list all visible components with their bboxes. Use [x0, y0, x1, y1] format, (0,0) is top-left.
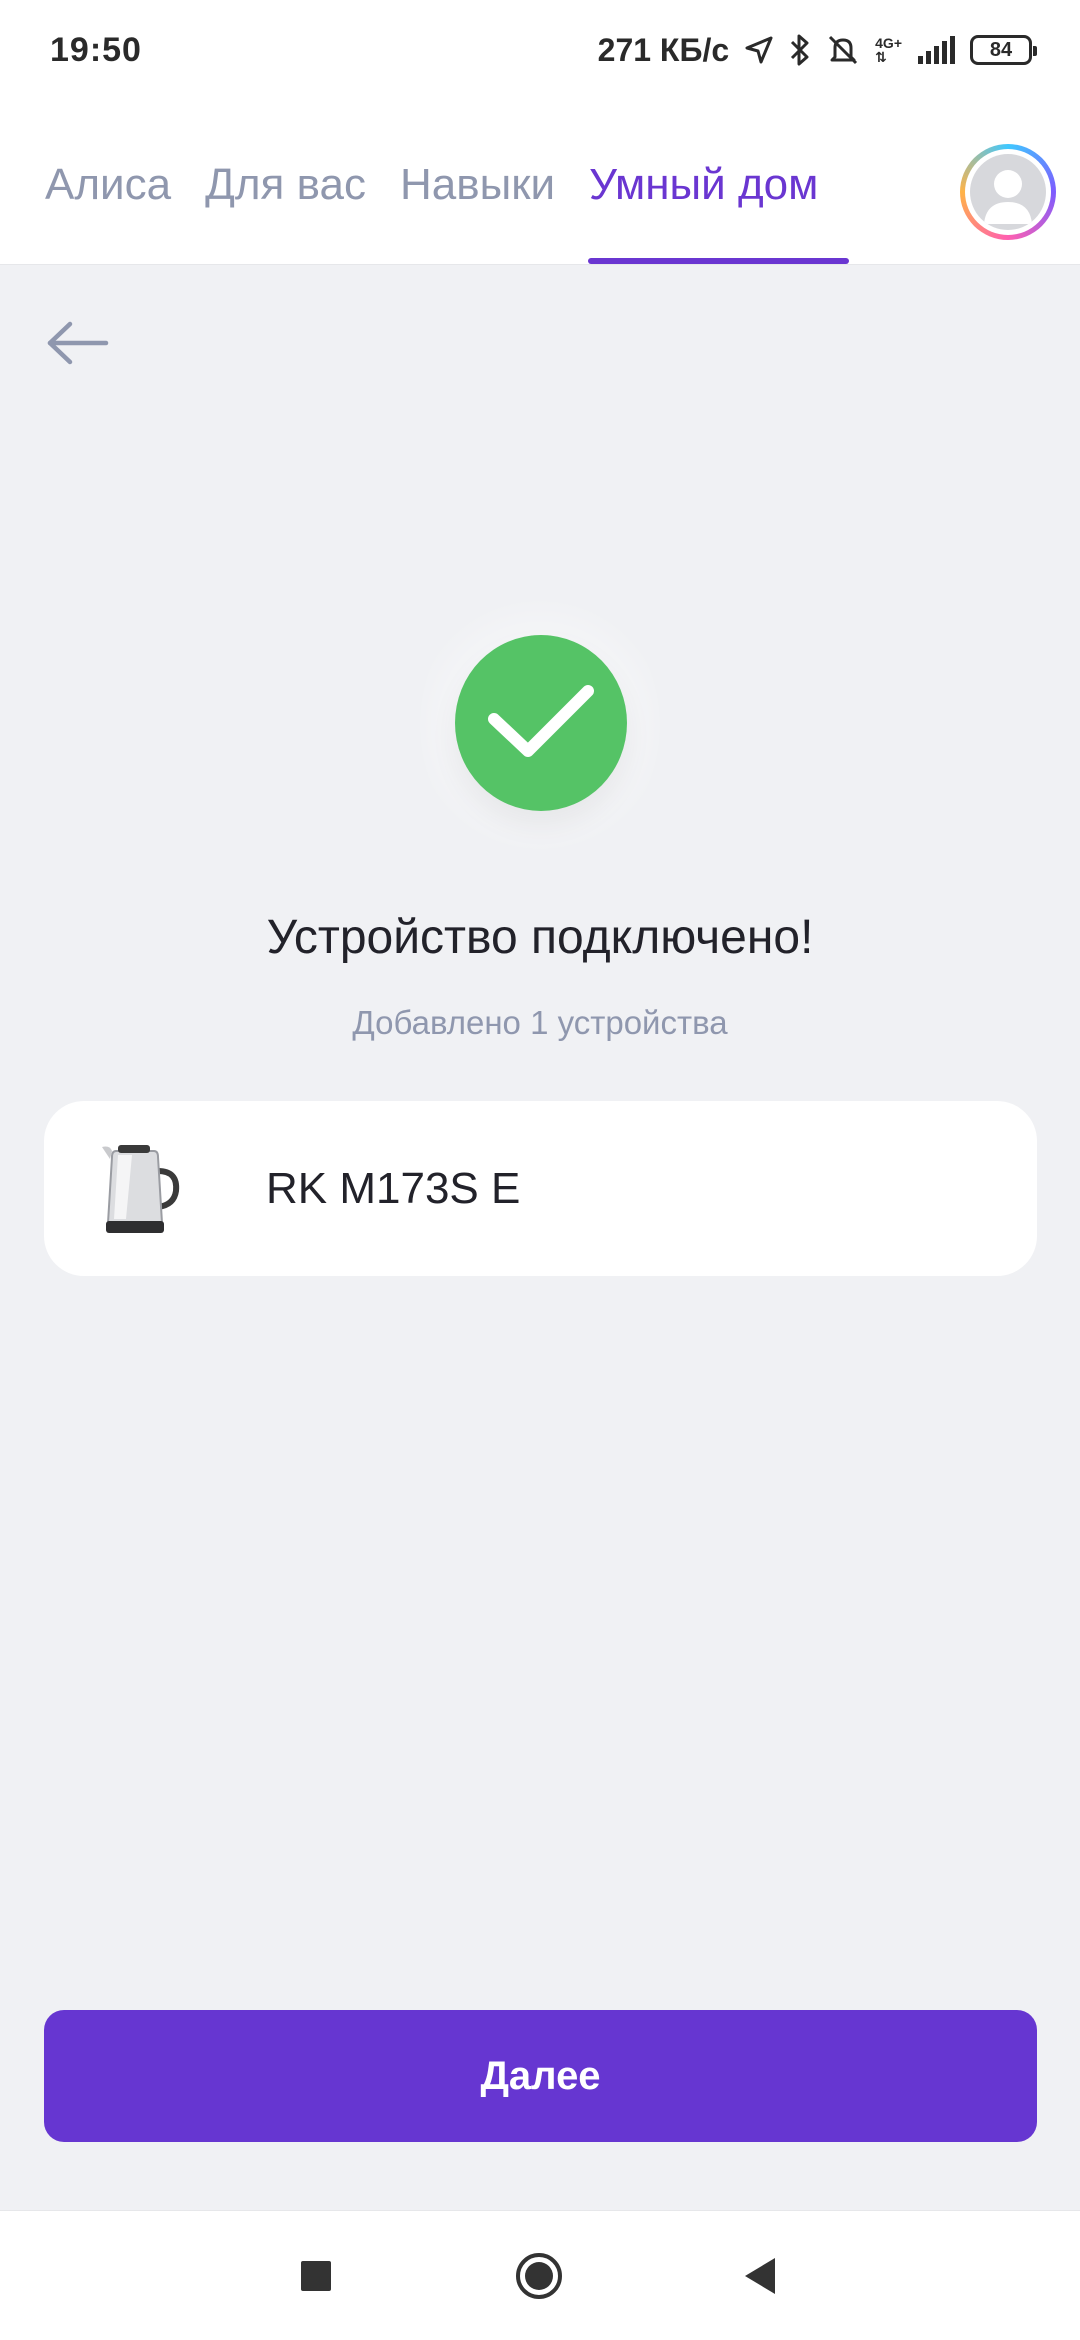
bell-muted-icon	[825, 30, 861, 70]
circle-icon	[516, 2253, 562, 2299]
signal-icon	[916, 30, 956, 70]
home-button[interactable]	[479, 2211, 599, 2340]
next-button[interactable]: Далее	[44, 2010, 1037, 2142]
page-subtitle: Добавлено 1 устройства	[352, 1004, 728, 1041]
status-time: 19:50	[50, 30, 142, 69]
status-indicators: 271 КБ/с 4G+ ⇅ 84	[597, 30, 1037, 70]
success-badge	[455, 635, 627, 811]
device-name: RK M173S E	[266, 1163, 521, 1213]
network-type: 4G+ ⇅	[875, 36, 902, 64]
bluetooth-icon	[789, 30, 811, 70]
tab-skills[interactable]: Навыки	[400, 160, 555, 210]
system-nav-bar	[0, 2210, 1080, 2340]
screen: 19:50 271 КБ/с 4G+ ⇅ 84 Алиса Для вас На…	[0, 0, 1080, 2340]
back-button[interactable]	[44, 318, 114, 368]
network-speed: 271 КБ/с	[597, 31, 730, 68]
recents-button[interactable]	[256, 2211, 376, 2340]
avatar[interactable]	[960, 144, 1056, 240]
page-title: Устройство подключено!	[266, 911, 814, 964]
battery-icon: 84	[970, 35, 1037, 65]
system-back-button[interactable]	[700, 2211, 820, 2340]
user-avatar-icon	[970, 154, 1046, 230]
triangle-back-icon	[745, 2258, 775, 2294]
data-arrows-icon: ⇅	[875, 49, 887, 65]
tabs-header: Алиса Для вас Навыки Умный дом	[0, 100, 1080, 265]
tab-for-you[interactable]: Для вас	[205, 160, 366, 210]
square-icon	[301, 2261, 331, 2291]
arrow-left-icon	[47, 321, 109, 365]
device-card[interactable]: RK M173S E	[44, 1101, 1037, 1276]
avatar-ring	[965, 149, 1051, 235]
tab-smart-home[interactable]: Умный дом	[589, 160, 818, 210]
location-icon	[743, 30, 775, 70]
checkmark-icon	[488, 685, 594, 757]
network-type-label: 4G+	[875, 35, 902, 51]
tab-alice[interactable]: Алиса	[45, 160, 171, 210]
active-tab-indicator	[588, 258, 849, 264]
kettle-icon	[86, 1139, 186, 1239]
tab-bar: Алиса Для вас Навыки Умный дом	[45, 160, 818, 210]
status-bar: 19:50 271 КБ/с 4G+ ⇅ 84	[0, 0, 1080, 100]
